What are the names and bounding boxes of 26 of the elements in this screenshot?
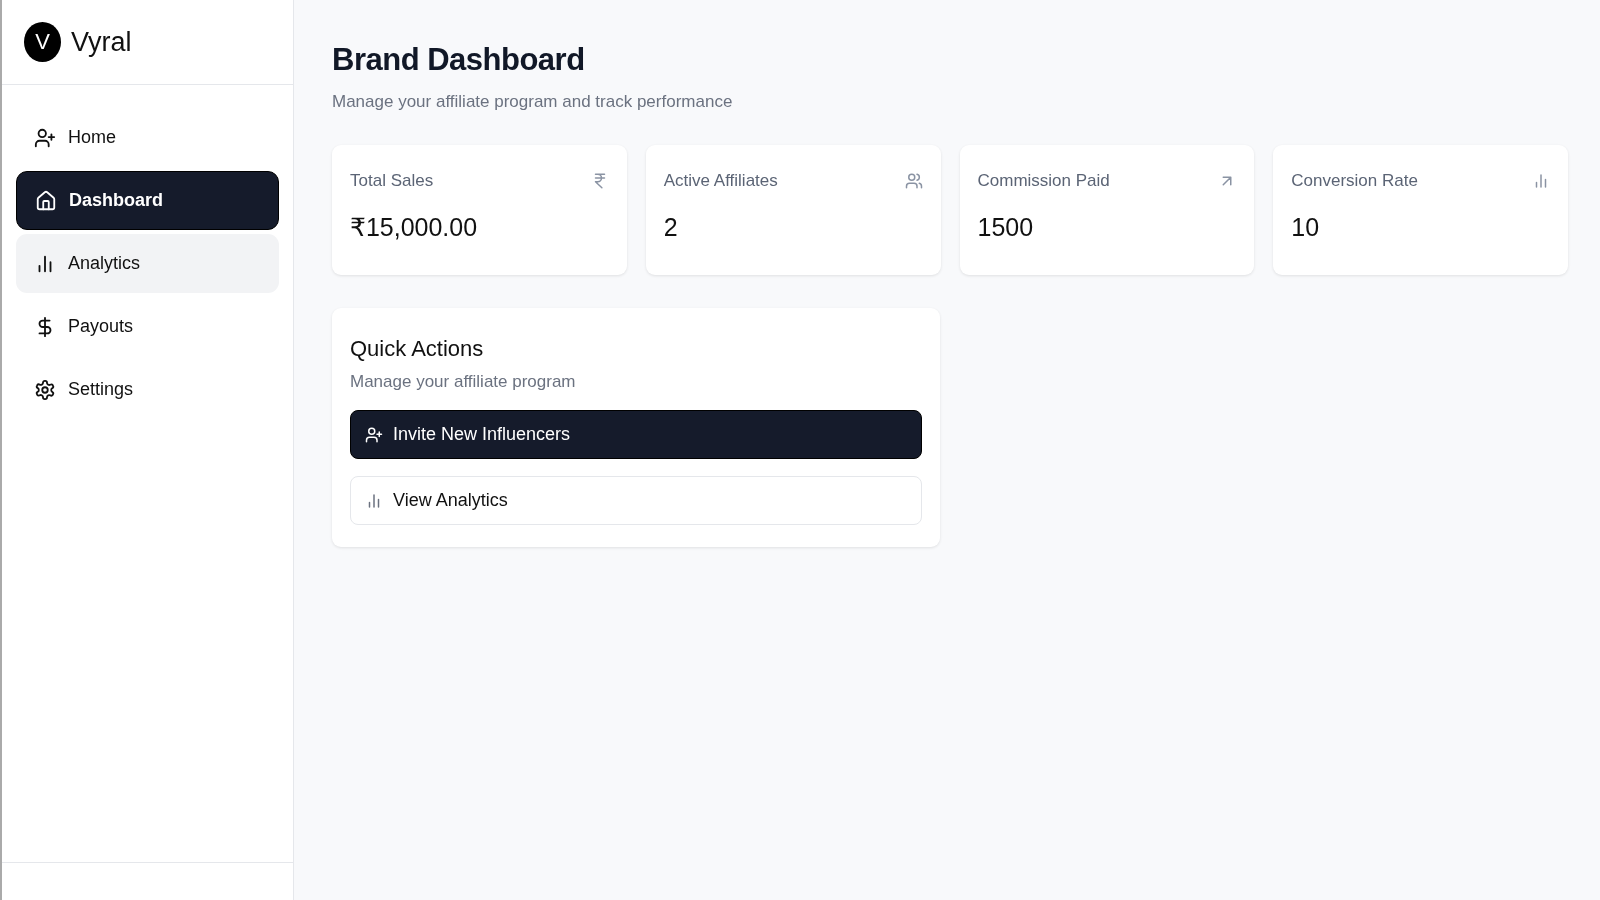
user-plus-icon bbox=[365, 425, 383, 444]
card-title: Quick Actions bbox=[350, 336, 485, 362]
stat-label: Total Sales bbox=[350, 171, 434, 191]
stat-label: Conversion Rate bbox=[1291, 171, 1418, 191]
stat-label: Active Affiliates bbox=[663, 171, 778, 191]
stat-value: 2 bbox=[663, 213, 679, 242]
nav-item[interactable]: Dashboard bbox=[16, 171, 279, 230]
page-title: Brand Dashboard bbox=[332, 42, 586, 78]
brand-name: Vyral bbox=[71, 26, 132, 58]
stat-value: ₹15,000.00 bbox=[350, 213, 479, 242]
nav-item[interactable]: Analytics bbox=[16, 234, 279, 293]
action-button[interactable]: View Analytics bbox=[350, 476, 922, 525]
stat-label: Commission Paid bbox=[977, 171, 1110, 191]
settings-icon bbox=[34, 378, 56, 401]
nav-item[interactable]: Home bbox=[16, 108, 279, 167]
page-subtitle: Manage your affiliate program and track performance bbox=[332, 92, 734, 112]
users-icon bbox=[904, 172, 923, 190]
user-plus-icon bbox=[34, 126, 56, 149]
stat-value: 10 bbox=[1291, 213, 1321, 242]
action-button[interactable]: Invite New Influencers bbox=[350, 410, 922, 459]
card-subtitle: Manage your affiliate program bbox=[350, 372, 577, 392]
stat-value: 1500 bbox=[977, 213, 1035, 242]
nav-item[interactable]: Payouts bbox=[16, 297, 279, 356]
logo-badge: V bbox=[24, 22, 61, 62]
home-icon bbox=[35, 189, 57, 212]
nav-item[interactable]: Settings bbox=[16, 360, 279, 419]
